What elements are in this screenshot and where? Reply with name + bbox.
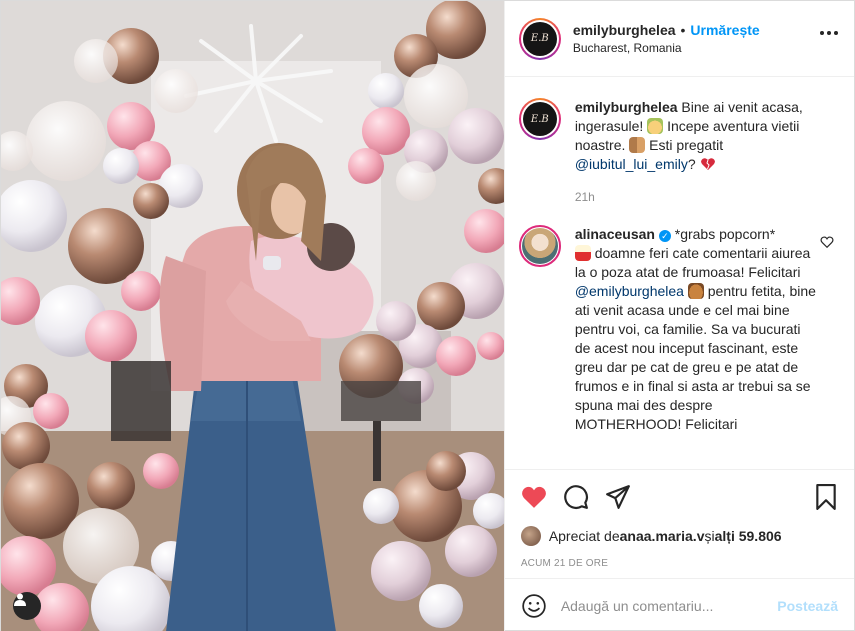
likes-first-user[interactable]: anaa.maria.v <box>620 528 705 544</box>
author-avatar-monogram: E.B <box>522 21 557 56</box>
verified-badge-icon: ✓ <box>658 230 671 242</box>
post-header: E.B emilyburghelea • Urmărește Bucharest… <box>504 1 854 77</box>
commenter-avatar[interactable] <box>518 225 561 267</box>
separator-dot: • <box>680 22 686 38</box>
user-tag-icon <box>14 593 26 606</box>
commenter-username[interactable]: alinaceusan <box>575 226 655 242</box>
caption-text-3: Esti pregatit <box>645 137 724 153</box>
comment-text-1: *grabs popcorn* <box>670 226 776 242</box>
caption-time: 21h <box>574 190 595 204</box>
post-location[interactable]: Bucharest, Romania <box>573 41 760 55</box>
caption-mention[interactable]: @iubitul_lui_emily <box>575 156 688 172</box>
author-username[interactable]: emilyburghelea <box>573 22 676 38</box>
comment-like-heart-icon[interactable] <box>820 235 834 249</box>
popcorn-emoji-icon <box>574 245 591 261</box>
liker-avatar <box>520 526 541 546</box>
heart-icon[interactable] <box>521 485 547 509</box>
share-icon[interactable] <box>605 484 631 510</box>
caption-author-avatar[interactable]: E.B <box>518 98 561 140</box>
add-comment-bar: Postează <box>504 578 854 631</box>
pancakes-emoji-icon <box>687 283 704 299</box>
author-avatar[interactable]: E.B <box>518 17 561 60</box>
baby-angel-emoji-icon <box>647 118 664 134</box>
likes-others[interactable]: alți 59.806 <box>715 528 782 544</box>
likes-joiner: și <box>704 528 715 544</box>
post-actions: Apreciat de anaa.maria.v și alți 59.806 … <box>504 469 854 569</box>
likes-prefix: Apreciat de <box>548 528 620 544</box>
post-photo[interactable] <box>1 1 504 631</box>
couple-emoji-icon <box>629 137 646 153</box>
post-comment-button[interactable]: Postează <box>777 598 838 614</box>
instagram-post: E.B emilyburghelea • Urmărește Bucharest… <box>0 0 855 631</box>
comment-mention[interactable]: @emilyburghelea <box>575 283 684 299</box>
bookmark-icon[interactable] <box>814 484 838 510</box>
comment-icon[interactable] <box>563 484 589 510</box>
add-comment-input[interactable] <box>560 597 778 614</box>
likes-summary[interactable]: Apreciat de anaa.maria.v și alți 59.806 <box>520 526 838 546</box>
photo-illustration <box>1 1 504 631</box>
caption-avatar-monogram: E.B <box>522 102 557 136</box>
comment-text-2: doamne feri cate comentarii aiurea la o … <box>574 245 811 280</box>
post-timestamp[interactable]: ACUM 21 DE ORE <box>521 558 838 569</box>
comments-area[interactable]: E.B emilyburghelea Bine ai venit acasa, … <box>505 78 854 469</box>
comment-item: alinaceusan ✓ *grabs popcorn* doamne fer… <box>518 225 840 434</box>
comment-text-3: pentru fetita, bine ati venit acasa unde… <box>574 283 816 432</box>
caption: E.B emilyburghelea Bine ai venit acasa, … <box>518 98 840 207</box>
caption-username[interactable]: emilyburghelea <box>575 99 678 115</box>
broken-heart-emoji-icon <box>700 156 716 172</box>
post-side-panel: E.B emilyburghelea • Urmărește Bucharest… <box>503 1 854 631</box>
emoji-icon[interactable] <box>521 593 547 619</box>
caption-text-4: ? <box>687 156 700 172</box>
more-options-icon[interactable] <box>820 31 838 35</box>
follow-button[interactable]: Urmărește <box>690 22 759 38</box>
user-tag-button[interactable] <box>13 592 41 620</box>
